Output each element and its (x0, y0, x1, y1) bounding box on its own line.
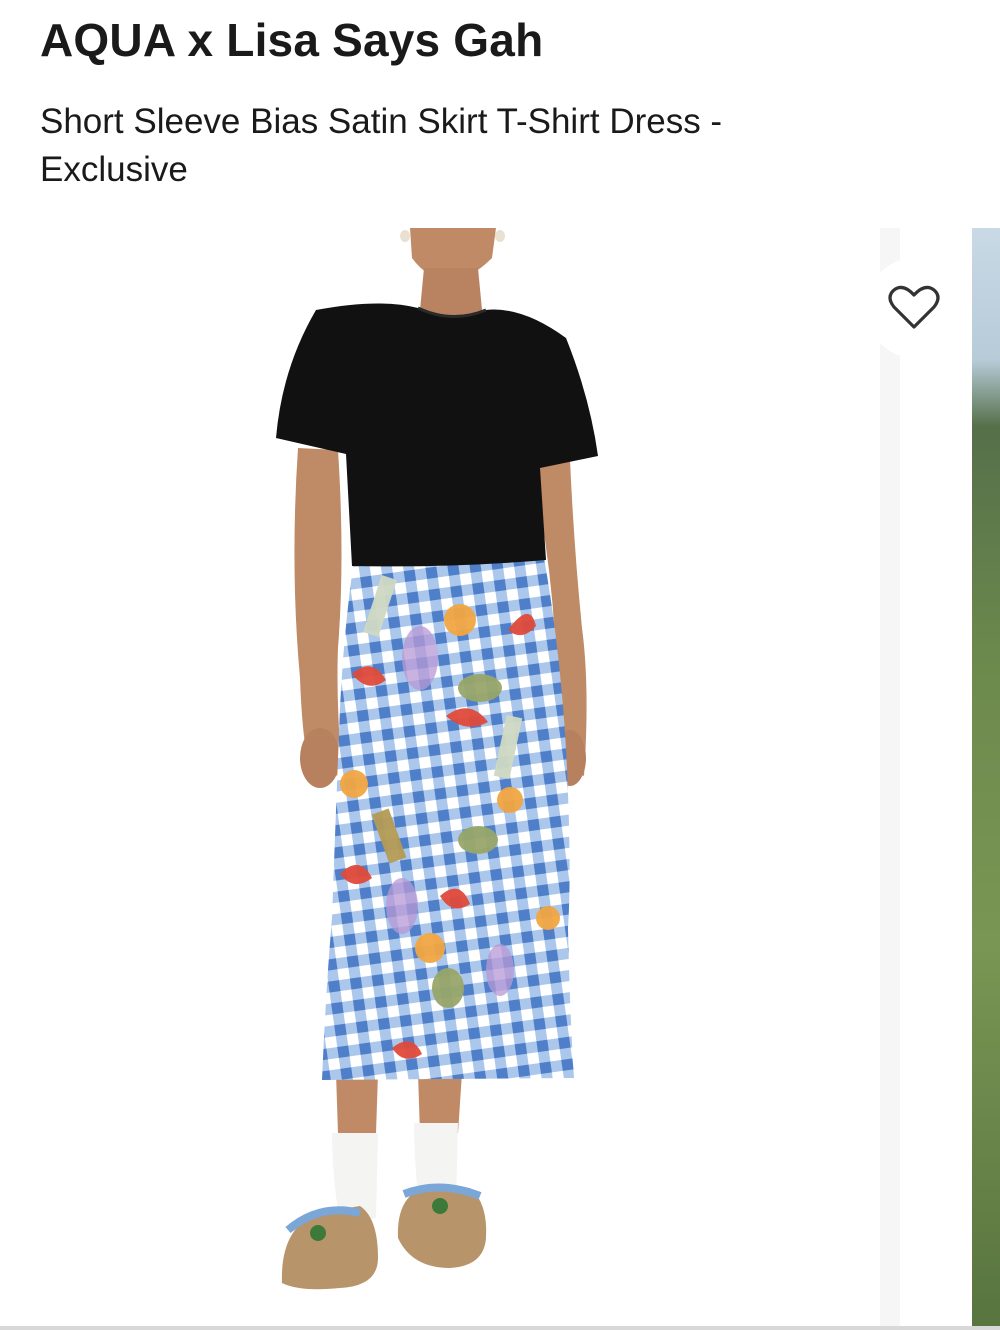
product-title: Short Sleeve Bias Satin Skirt T-Shirt Dr… (40, 102, 723, 189)
gallery-divider (880, 228, 972, 1330)
next-product-image-peek[interactable] (972, 228, 1000, 1330)
model-illustration (276, 228, 598, 1290)
product-image-carousel[interactable] (0, 228, 1000, 1330)
product-header: AQUA x Lisa Says Gah Short Sleeve Bias S… (40, 12, 960, 194)
page-bottom-edge (0, 1326, 1000, 1330)
heart-outline-icon (888, 285, 940, 329)
product-main-image[interactable] (0, 228, 880, 1330)
brand-name[interactable]: AQUA x Lisa Says Gah (40, 12, 960, 68)
add-to-wishlist-button[interactable] (868, 258, 960, 358)
